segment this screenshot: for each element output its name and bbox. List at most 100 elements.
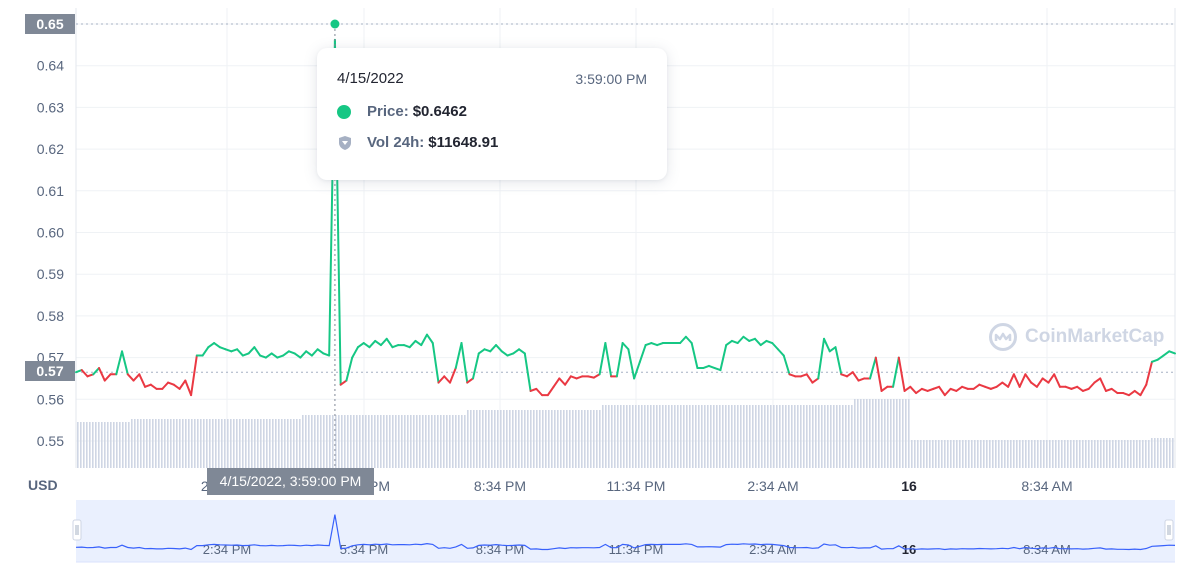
volume-bar bbox=[881, 399, 883, 468]
volume-bar bbox=[887, 399, 889, 468]
volume-bar bbox=[326, 415, 328, 468]
volume-bar bbox=[173, 419, 175, 468]
volume-bar bbox=[341, 415, 343, 468]
tooltip-volume-value: $11648.91 bbox=[428, 134, 499, 151]
range-navigator[interactable]: 2:34 PM 5:34 PM 8:34 PM 11:34 PM 2:34 AM 16 8:… bbox=[72, 500, 1176, 563]
volume-bar bbox=[104, 422, 106, 468]
volume-bar bbox=[89, 422, 91, 468]
volume-bar bbox=[179, 419, 181, 468]
volume-bar bbox=[476, 410, 478, 468]
volume-bar bbox=[1100, 440, 1102, 468]
volume-bar bbox=[1019, 440, 1021, 468]
navigator-handle-left[interactable] bbox=[72, 519, 82, 541]
watermark-text: CoinMarketCap bbox=[1025, 326, 1165, 347]
volume-bar bbox=[221, 419, 223, 468]
volume-bar bbox=[812, 405, 814, 468]
volume-bar bbox=[278, 419, 280, 468]
volume-bar bbox=[380, 415, 382, 468]
price-segment bbox=[316, 348, 325, 355]
volume-bar bbox=[944, 440, 946, 468]
volume-bar bbox=[719, 405, 721, 468]
volume-bar bbox=[638, 405, 640, 468]
volume-bar bbox=[1133, 440, 1135, 468]
volume-bar bbox=[527, 410, 529, 468]
price-segment bbox=[437, 375, 446, 384]
price-segment bbox=[443, 375, 452, 384]
volume-bar bbox=[506, 410, 508, 468]
volume-bar bbox=[287, 419, 289, 468]
navigator-handle-right[interactable] bbox=[1164, 519, 1174, 541]
volume-bar bbox=[92, 422, 94, 468]
volume-bar bbox=[920, 440, 922, 468]
price-segment bbox=[1110, 387, 1119, 395]
volume-bar bbox=[524, 410, 526, 468]
volume-bar bbox=[1130, 440, 1132, 468]
volume-bars bbox=[77, 399, 1174, 468]
volume-bar bbox=[1142, 440, 1144, 468]
volume-bar bbox=[998, 440, 1000, 468]
tooltip-volume-row: Vol 24h: $11648.91 bbox=[337, 134, 647, 151]
volume-bar bbox=[821, 405, 823, 468]
volume-bar bbox=[509, 410, 511, 468]
volume-bar bbox=[383, 415, 385, 468]
price-segment bbox=[454, 342, 463, 370]
price-segment bbox=[851, 371, 860, 382]
price-segment bbox=[1139, 383, 1148, 397]
volume-bar bbox=[1148, 440, 1150, 468]
volume-bar bbox=[350, 415, 352, 468]
volume-bar bbox=[878, 399, 880, 468]
price-tooltip: 4/15/2022 3:59:00 PM Price: $0.6462 Vol … bbox=[317, 48, 667, 180]
volume-bar bbox=[422, 415, 424, 468]
volume-bar bbox=[992, 440, 994, 468]
price-segment bbox=[1007, 373, 1015, 388]
volume-bar bbox=[986, 440, 988, 468]
price-segment bbox=[477, 348, 486, 355]
coinmarketcap-watermark: CoinMarketCap bbox=[988, 322, 1164, 352]
volume-bar bbox=[587, 410, 589, 468]
volume-bar bbox=[353, 415, 355, 468]
volume-bar bbox=[143, 419, 145, 468]
volume-bar bbox=[80, 422, 82, 468]
volume-bar bbox=[683, 405, 685, 468]
navigator-tick-label: 8:34 PM bbox=[476, 542, 524, 557]
volume-bar bbox=[977, 440, 979, 468]
volume-bar bbox=[167, 419, 169, 468]
volume-bar bbox=[122, 422, 124, 468]
volume-bar bbox=[1079, 440, 1081, 468]
volume-bar bbox=[503, 410, 505, 468]
volume-bar bbox=[647, 405, 649, 468]
volume-bar bbox=[1031, 440, 1033, 468]
volume-bar bbox=[1052, 440, 1054, 468]
x-tick-label: 11:34 PM bbox=[607, 478, 666, 494]
tooltip-price-row: Price: $0.6462 bbox=[337, 103, 647, 120]
price-segment bbox=[213, 342, 221, 349]
volume-bar bbox=[728, 405, 730, 468]
price-segment bbox=[776, 348, 785, 357]
volume-bar bbox=[1067, 440, 1069, 468]
y-highlight-label-current: 0.57 bbox=[25, 361, 75, 381]
volume-bar bbox=[395, 415, 397, 468]
volume-bar bbox=[434, 415, 436, 468]
volume-bar bbox=[803, 405, 805, 468]
volume-bar bbox=[479, 410, 481, 468]
volume-bar bbox=[311, 415, 313, 468]
price-segment bbox=[207, 342, 216, 349]
price-segment bbox=[98, 367, 106, 382]
volume-bar bbox=[602, 405, 604, 468]
volume-bar bbox=[950, 440, 952, 468]
price-segment bbox=[1127, 389, 1136, 397]
volume-bar bbox=[1037, 440, 1039, 468]
volume-bar bbox=[149, 419, 151, 468]
volume-bar bbox=[266, 419, 268, 468]
volume-bar bbox=[671, 405, 673, 468]
y-tick-label: 0.61 bbox=[37, 183, 64, 199]
volume-bar bbox=[677, 405, 679, 468]
price-segment bbox=[190, 354, 198, 397]
price-segment bbox=[356, 342, 365, 349]
volume-bar bbox=[725, 405, 727, 468]
volume-bar bbox=[296, 419, 298, 468]
volume-bar bbox=[1145, 440, 1147, 468]
volume-bar bbox=[419, 415, 421, 468]
volume-bar bbox=[233, 419, 235, 468]
volume-bar bbox=[1010, 440, 1012, 468]
